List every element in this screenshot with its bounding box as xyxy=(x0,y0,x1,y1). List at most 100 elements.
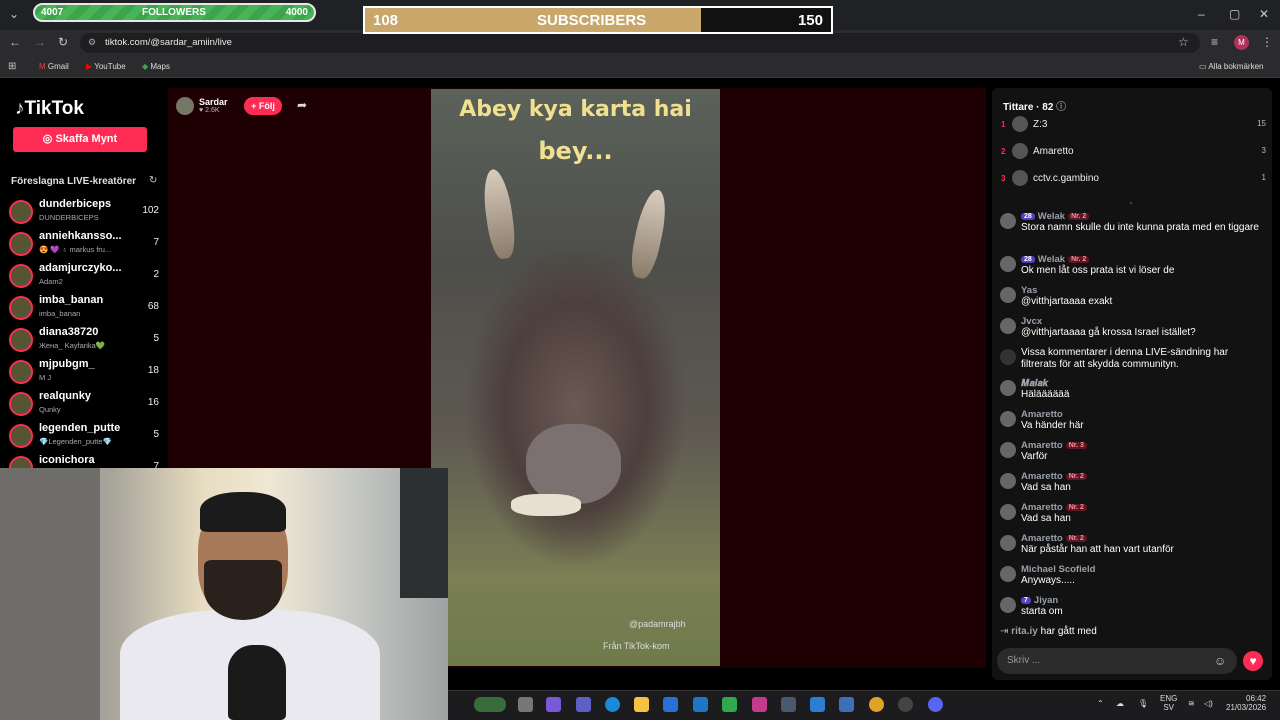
reload-icon[interactable]: ↻ xyxy=(58,35,68,49)
chat-username[interactable]: Jiyan xyxy=(1034,595,1058,606)
like-heart-icon[interactable]: ♥ xyxy=(1243,651,1263,671)
chat-username[interactable]: Amaretto xyxy=(1021,440,1063,451)
emoji-icon[interactable]: ☺ xyxy=(1214,654,1226,668)
tray-chevron-icon[interactable]: ⌃ xyxy=(1097,699,1104,708)
chat-username[interactable]: Welak xyxy=(1038,254,1065,265)
creator-viewer-count: 5 xyxy=(153,429,159,440)
info-icon[interactable]: ⓘ xyxy=(1056,102,1066,113)
chat-username[interactable]: Amaretto xyxy=(1021,533,1063,544)
chat-username[interactable]: Welak xyxy=(1038,211,1065,222)
discord-icon[interactable] xyxy=(928,697,943,712)
chat-text: Ok men låt oss prata ist vi löser de xyxy=(1021,265,1175,276)
creator-item[interactable]: mjpubgm_ M J 18 xyxy=(9,358,159,388)
top-viewer-row[interactable]: 2 Amaretto 3 xyxy=(1001,143,1266,163)
chat-header: 28 Welak Nr. 2 xyxy=(1021,254,1090,265)
site-info-icon[interactable]: ⚙ xyxy=(88,37,96,48)
outlook-icon[interactable] xyxy=(693,697,708,712)
obs-icon[interactable] xyxy=(898,697,913,712)
chat-avatar[interactable] xyxy=(1000,566,1016,582)
chat-username[interactable]: Amaretto xyxy=(1021,409,1063,420)
url-field[interactable] xyxy=(80,33,1200,53)
widgets-icon[interactable] xyxy=(474,697,506,712)
chat-avatar[interactable] xyxy=(1000,318,1016,334)
onedrive-icon[interactable]: ☁ xyxy=(1116,699,1124,708)
m365-icon[interactable] xyxy=(752,697,767,712)
chat-avatar[interactable] xyxy=(1000,473,1016,489)
chat-avatar[interactable] xyxy=(1000,213,1016,229)
chat-avatar[interactable] xyxy=(1000,504,1016,520)
chat-avatar[interactable] xyxy=(1000,256,1016,272)
edge-icon[interactable] xyxy=(605,697,620,712)
creator-name: iconichora xyxy=(39,454,95,466)
chat-username[interactable]: Amaretto xyxy=(1021,471,1063,482)
language-indicator[interactable]: ENG SV xyxy=(1160,694,1177,712)
refresh-icon[interactable]: ↻ xyxy=(149,175,157,186)
clock[interactable]: 06:42 21/03/2026 xyxy=(1226,694,1266,712)
all-bookmarks[interactable]: ▭ Alla bokmärken xyxy=(1199,62,1263,71)
chat-avatar[interactable] xyxy=(1000,349,1016,365)
chat-avatar[interactable] xyxy=(1000,597,1016,613)
follow-button[interactable]: + Följ xyxy=(244,97,282,115)
maximize-icon[interactable]: ▢ xyxy=(1229,7,1240,21)
windows-taskbar xyxy=(448,690,1280,720)
viewer-count: 15 xyxy=(1257,119,1266,128)
chat-header: Amaretto Nr. 3 xyxy=(1021,440,1087,451)
chat-avatar[interactable] xyxy=(1000,380,1016,396)
creator-item[interactable]: diana38720 Жена_ Kayfarika💚 5 xyxy=(9,326,159,356)
forward-icon[interactable]: → xyxy=(34,35,46,49)
volume-icon[interactable]: ◁) xyxy=(1204,699,1213,708)
creator-item[interactable]: dunderbiceps DUNDERBICEPS 102 xyxy=(9,198,159,228)
share-icon[interactable]: ➦ xyxy=(297,98,307,112)
bookmark-gmail[interactable]: M Gmail xyxy=(39,62,69,71)
bookmark-youtube[interactable]: ▶ YouTube xyxy=(86,62,126,71)
bookmark-star-icon[interactable]: ☆ xyxy=(1178,35,1189,49)
back-icon[interactable]: ← xyxy=(9,35,21,49)
task-view-icon[interactable] xyxy=(518,697,533,712)
viewers-title[interactable]: Tittare · 82 ⓘ xyxy=(1003,98,1066,113)
cube-icon[interactable] xyxy=(781,697,796,712)
close-window-icon[interactable]: ✕ xyxy=(1259,7,1269,21)
chrome-icon[interactable] xyxy=(869,697,884,712)
profile-avatar[interactable]: M xyxy=(1234,35,1249,50)
top-viewer-row[interactable]: 1 Z:3 15 xyxy=(1001,116,1266,136)
chat-avatar[interactable] xyxy=(1000,287,1016,303)
chat-username[interactable]: Michael Scofield xyxy=(1021,564,1095,575)
reading-list-icon[interactable]: ≡ xyxy=(1211,35,1218,49)
tab-search-icon[interactable]: ⌄ xyxy=(9,7,19,21)
creator-item[interactable]: realqunky Qunky 16 xyxy=(9,390,159,420)
creator-item[interactable]: adamjurczyko... Adam2 2 xyxy=(9,262,159,292)
bookmark-maps[interactable]: ◆ Maps xyxy=(142,62,170,71)
creator-item[interactable]: legenden_putte 💎Legenden_putte💎 5 xyxy=(9,422,159,452)
chat-input[interactable]: Skriv ... xyxy=(997,648,1237,674)
get-coins-button[interactable]: ◎ Skaffa Mynt xyxy=(13,127,147,152)
teams-icon[interactable] xyxy=(576,697,591,712)
wifi-icon[interactable]: ≋ xyxy=(1188,699,1195,708)
top-viewer-row[interactable]: 3 cctv.c.gambino 1 xyxy=(1001,170,1266,190)
chat-avatar[interactable] xyxy=(1000,535,1016,551)
streamer-avatar[interactable] xyxy=(176,97,194,115)
chat-username[interactable]: Yas xyxy=(1021,285,1037,296)
subscribers-progress-fill xyxy=(365,8,701,32)
outlook-new-icon[interactable] xyxy=(839,697,854,712)
chat-username[interactable]: Jvcx xyxy=(1021,316,1042,327)
chat-username[interactable]: 𝑴𝒂𝒍𝒂𝒌 xyxy=(1021,378,1048,389)
copilot-icon[interactable] xyxy=(546,697,561,712)
creator-avatar xyxy=(9,328,33,352)
collapse-chevron-icon[interactable]: ⌄ xyxy=(1128,198,1134,206)
apps-icon[interactable]: ⊞ xyxy=(8,60,16,74)
creator-item[interactable]: anniehkansso... 😍 💜 ♁ markus fru... 7 xyxy=(9,230,159,260)
gmail-icon: M xyxy=(39,62,48,71)
shield-icon[interactable] xyxy=(722,697,737,712)
store-icon[interactable] xyxy=(663,697,678,712)
file-explorer-icon[interactable] xyxy=(634,697,649,712)
streamer-name[interactable]: Sardar xyxy=(199,97,228,107)
minimize-icon[interactable]: – xyxy=(1198,7,1205,21)
creator-item[interactable]: imba_banan imba_banan 68 xyxy=(9,294,159,324)
tiktok-logo[interactable]: ♪TikTok xyxy=(15,98,84,120)
chat-avatar[interactable] xyxy=(1000,442,1016,458)
chat-username[interactable]: Amaretto xyxy=(1021,502,1063,513)
menu-icon[interactable]: ⋮ xyxy=(1261,35,1273,49)
mic-tray-icon[interactable]: 🎙 xyxy=(1138,699,1148,708)
chat-avatar[interactable] xyxy=(1000,411,1016,427)
photos-icon[interactable] xyxy=(810,697,825,712)
